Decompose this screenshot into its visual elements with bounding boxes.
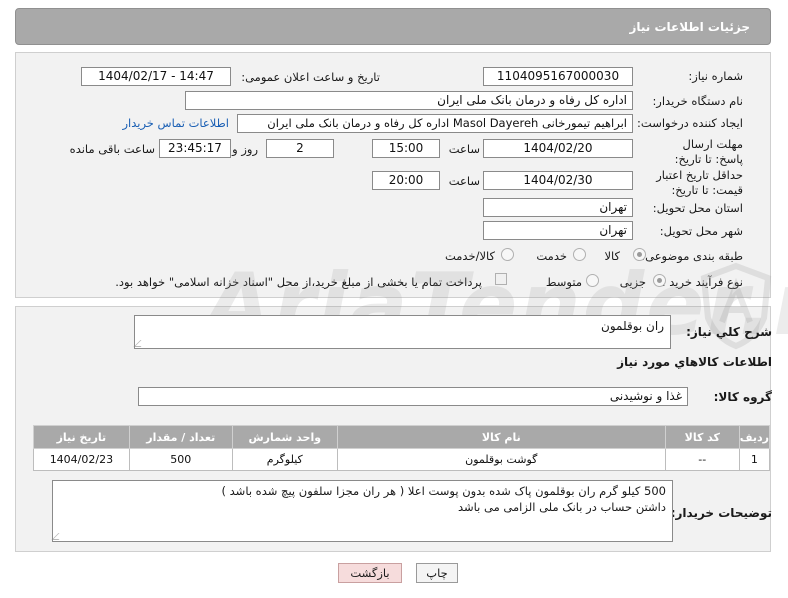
- category-option-service: خدمت: [536, 249, 567, 263]
- treasury-payment-note: پرداخت تمام یا بخشی از مبلغ خرید،از محل …: [115, 275, 482, 289]
- price-validity-date-field: 1404/02/30: [483, 171, 633, 190]
- days-remaining-field: 2: [266, 139, 334, 158]
- price-validity-time-label: ساعت: [448, 174, 480, 188]
- goods-info-title: اطلاعات کالاهاي مورد نياز: [617, 355, 772, 369]
- buyer-notes-textarea[interactable]: 500 کیلو گرم ران بوقلمون پاک شده بدون پو…: [51, 480, 673, 542]
- deadline-time-field: 15:00: [372, 139, 440, 158]
- table-row: 1 -- گوشت بوقلمون کیلوگرم 500 1404/02/23: [33, 448, 771, 471]
- col-header-item-name: نام کالا: [336, 425, 666, 449]
- category-radio-goods-service[interactable]: [501, 248, 514, 261]
- price-validity-time-field: 20:00: [372, 171, 440, 190]
- summary-label: شرح كلي نياز:: [686, 325, 772, 339]
- page-header: جزئیات اطلاعات نیاز: [15, 8, 771, 45]
- announce-label: تاریخ و ساعت اعلان عمومی:: [241, 70, 380, 84]
- deadline-date-field: 1404/02/20: [483, 139, 633, 158]
- cell-item-code: --: [664, 448, 740, 471]
- remaining-time-field: 23:45:17: [159, 139, 231, 158]
- city-field: تهران: [483, 221, 633, 240]
- deadline-label: مهلت ارسال پاسخ: تا تاریخ:: [674, 137, 743, 166]
- goods-table: رديف کد کالا نام کالا واحد شمارش تعداد /…: [33, 425, 771, 471]
- process-radio-medium[interactable]: [586, 274, 599, 287]
- category-radio-service[interactable]: [573, 248, 586, 261]
- province-field: تهران: [483, 198, 633, 217]
- resize-handle[interactable]: [133, 340, 148, 347]
- category-option-goods: کالا: [604, 249, 620, 263]
- col-header-quantity: تعداد / مقدار: [128, 425, 233, 449]
- col-header-need-date: تاريخ نياز: [33, 425, 130, 449]
- treasury-payment-checkbox[interactable]: [495, 273, 507, 285]
- cell-unit: کیلوگرم: [231, 448, 338, 471]
- back-button[interactable]: بازگشت: [338, 563, 402, 583]
- buyer-notes-line-1: 500 کیلو گرم ران بوقلمون پاک شده بدون پو…: [221, 484, 667, 498]
- goods-group-label: گروه کالا:: [713, 390, 772, 404]
- summary-text: ران بوقلمون: [601, 319, 664, 333]
- buyer-notes-line-2: داشتن حساب در بانک ملی الزامی می باشد: [458, 500, 666, 514]
- buyer-org-label: نام دستگاه خریدار:: [652, 94, 743, 108]
- process-radio-minor[interactable]: [653, 274, 666, 287]
- creator-label: ایجاد کننده درخواست:: [637, 116, 743, 130]
- remaining-time-label: ساعت باقی مانده: [69, 142, 155, 156]
- process-option-medium: متوسط: [545, 275, 582, 289]
- print-button[interactable]: چاپ: [416, 563, 458, 583]
- creator-field: ابراهیم تیمورخانی Masol Dayereh اداره کل…: [237, 114, 633, 133]
- category-label: طبقه بندی موضوعی:: [641, 249, 743, 263]
- process-option-minor: جزیی: [619, 275, 646, 289]
- category-option-goods-service: کالا/خدمت: [444, 249, 495, 263]
- contact-info-link[interactable]: اطلاعات تماس خریدار: [122, 116, 229, 130]
- cell-need-date: 1404/02/23: [33, 448, 130, 471]
- announce-datetime-field: 1404/02/17 - 14:47: [81, 67, 231, 86]
- buyer-notes-label: توضیحات خریدار:: [670, 506, 772, 520]
- cell-item-name: گوشت بوقلمون: [336, 448, 666, 471]
- province-label: استان محل تحویل:: [652, 201, 743, 215]
- page-title: جزئیات اطلاعات نیاز: [629, 19, 750, 34]
- days-and-label: روز و: [232, 142, 258, 156]
- category-radio-goods[interactable]: [633, 248, 646, 261]
- deadline-time-label: ساعت: [448, 142, 480, 156]
- col-header-row-number: رديف: [738, 425, 771, 449]
- process-type-label: نوع فرآیند خرید :: [661, 275, 743, 289]
- summary-textarea[interactable]: ران بوقلمون: [133, 315, 671, 349]
- goods-group-field: غذا و نوشیدنی: [138, 387, 688, 406]
- need-number-label: شماره نیاز:: [688, 69, 743, 83]
- cell-quantity: 500: [128, 448, 233, 471]
- cell-row-number: 1: [738, 448, 771, 471]
- city-label: شهر محل تحویل:: [659, 224, 743, 238]
- price-validity-label: حداقل تاریخ اعتبار قیمت: تا تاریخ:: [656, 168, 743, 197]
- col-header-unit: واحد شمارش: [231, 425, 338, 449]
- table-header-row: رديف کد کالا نام کالا واحد شمارش تعداد /…: [33, 425, 771, 449]
- resize-handle[interactable]: [51, 533, 66, 540]
- need-number-field: 1104095167000030: [483, 67, 633, 86]
- buyer-org-field: اداره کل رفاه و درمان بانک ملی ایران: [185, 91, 633, 110]
- col-header-item-code: کد کالا: [664, 425, 740, 449]
